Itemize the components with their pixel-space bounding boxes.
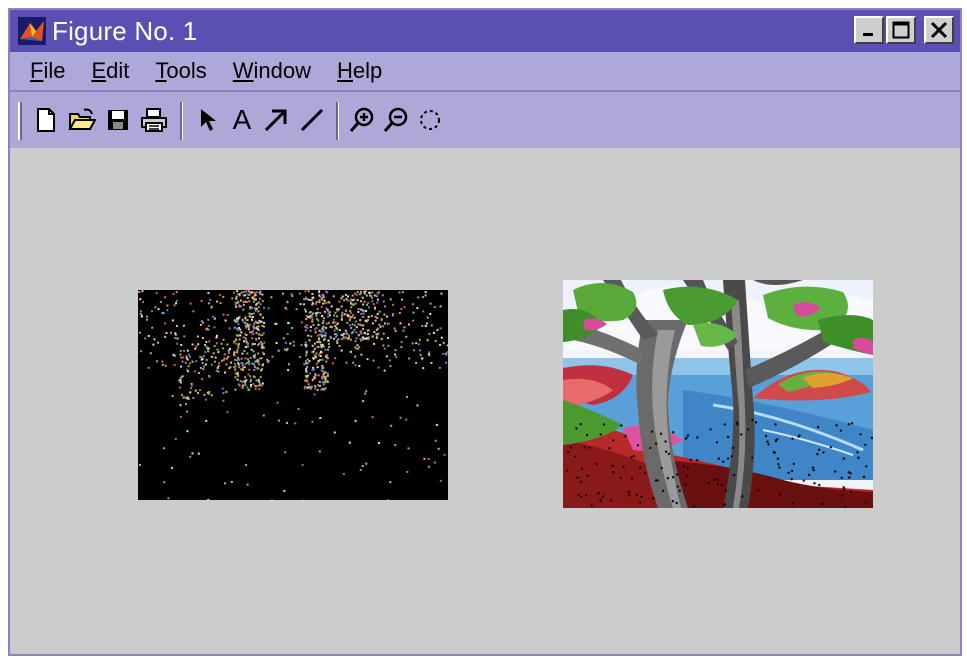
open-file-button[interactable] [68,106,96,134]
matlab-logo-icon [18,17,46,45]
select-arrow-icon [201,109,216,131]
zoom-in-icon [349,107,374,132]
text-tool-button[interactable]: A [228,106,256,134]
menu-bar: File Edit Tools Window Help [10,52,960,90]
maximize-icon [892,21,910,39]
zoom-out-icon [383,107,408,132]
minimize-button[interactable] [854,16,884,44]
figure-canvas[interactable] [10,148,960,654]
menu-help[interactable]: Help [337,58,382,84]
save-icon [108,110,128,130]
maximize-button[interactable] [886,16,916,44]
menu-edit[interactable]: Edit [91,58,129,84]
open-folder-icon [68,108,96,130]
zoom-in-button[interactable] [348,106,376,134]
menu-tools[interactable]: Tools [155,58,206,84]
line-tool-button[interactable] [298,106,326,134]
toolbar-grip[interactable] [18,102,22,140]
insert-line-icon [300,108,324,132]
save-button[interactable] [104,106,132,134]
left-image[interactable] [138,290,448,500]
rotate-icon [420,110,440,130]
zoom-out-button[interactable] [382,106,410,134]
menu-window[interactable]: Window [233,58,311,84]
window-title: Figure No. 1 [52,15,198,46]
close-button[interactable] [924,16,954,44]
toolbar-separator [336,102,339,140]
print-button[interactable] [140,106,168,134]
right-image[interactable] [563,280,873,508]
close-icon [930,21,948,39]
select-tool-button[interactable] [194,106,222,134]
new-file-button[interactable] [32,106,60,134]
toolbar-separator [180,102,183,140]
insert-text-icon: A [232,104,252,135]
arrow-tool-button[interactable] [262,106,290,134]
insert-arrow-icon [264,109,287,132]
painted-tree-landscape [563,280,873,508]
window-controls [854,16,954,44]
new-file-icon [37,108,55,132]
rotate-button[interactable] [416,106,444,134]
print-icon [141,108,167,132]
toolbar: A [10,92,960,148]
figure-window: Figure No. 1 File Edit Tools Window Help [8,8,962,656]
minimize-icon [863,33,873,36]
menu-file[interactable]: File [30,58,65,84]
title-bar[interactable]: Figure No. 1 [10,10,960,52]
